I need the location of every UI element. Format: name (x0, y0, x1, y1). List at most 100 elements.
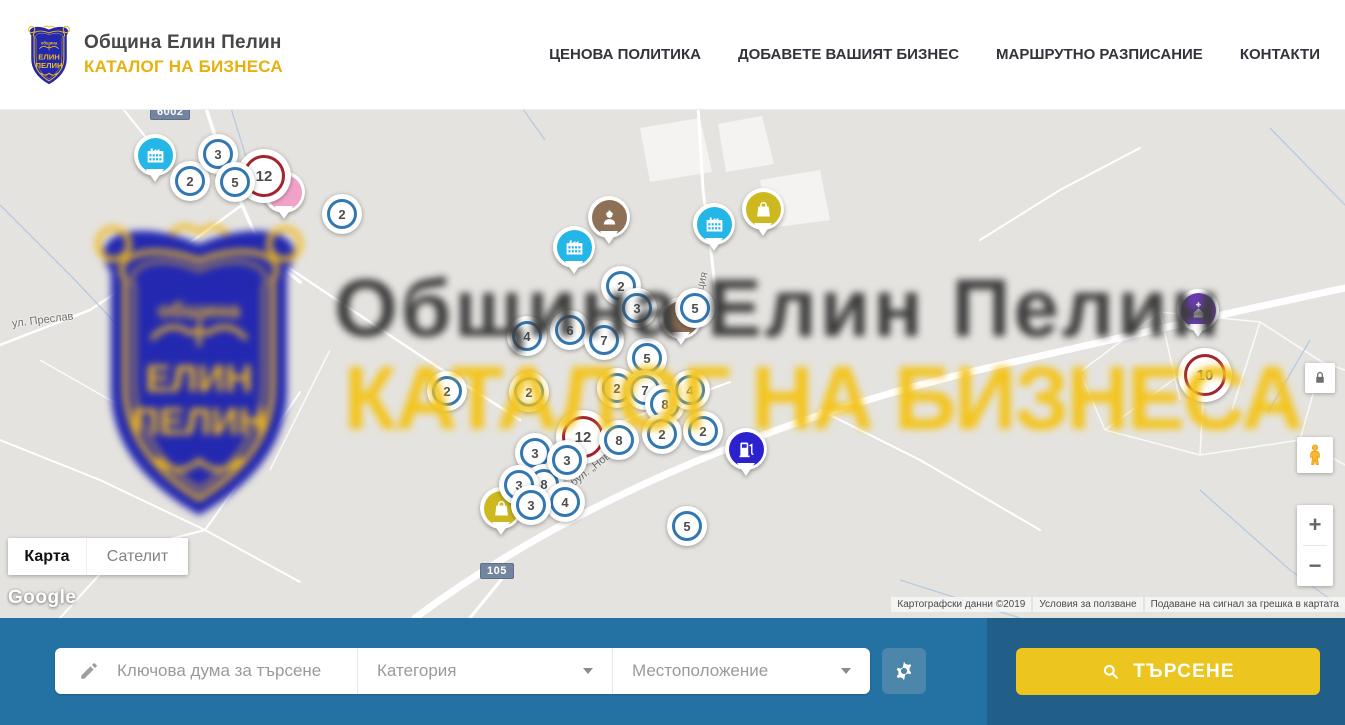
construction-worker-icon (599, 207, 620, 228)
zoom-control: + − (1297, 505, 1333, 586)
map-pin-fuel-pump[interactable] (725, 428, 767, 470)
cluster-marker[interactable]: 5 (675, 288, 715, 328)
cluster-count: 2 (175, 166, 205, 196)
cluster-count: 2 (327, 199, 357, 229)
location-select[interactable]: Местоположение (612, 648, 870, 694)
fuel-pump-icon (736, 439, 757, 460)
cluster-count: 5 (672, 511, 702, 541)
cluster-marker[interactable]: 4 (507, 316, 547, 356)
search-button[interactable]: ТЪРСЕНЕ (1016, 648, 1320, 695)
pin-circle (557, 230, 592, 265)
cluster-marker[interactable]: 8 (599, 420, 639, 460)
site-title: Община Елин Пелин (84, 32, 283, 54)
cluster-marker[interactable]: 4 (670, 370, 710, 410)
cluster-count: 4 (512, 321, 542, 351)
svg-text:община: община (41, 40, 58, 45)
cluster-marker[interactable]: 2 (322, 194, 362, 234)
attribution-terms-link[interactable]: Условия за ползване (1033, 597, 1142, 612)
map-pin-church[interactable] (1177, 289, 1219, 331)
main-nav: ЦЕНОВА ПОЛИТИКА ДОБАВЕТЕ ВАШИЯТ БИЗНЕС М… (549, 46, 1320, 63)
cluster-marker[interactable]: 3 (617, 288, 657, 328)
cluster-marker[interactable]: 10 (1178, 348, 1232, 402)
nav-contacts[interactable]: КОНТАКТИ (1240, 46, 1320, 63)
gear-icon (892, 659, 916, 683)
search-icon (1101, 662, 1120, 681)
pencil-icon (78, 660, 100, 682)
pin-circle (729, 432, 764, 467)
location-select-value: Местоположение (632, 661, 768, 681)
cluster-count: 7 (589, 325, 619, 355)
cluster-marker[interactable]: 2 (642, 414, 682, 454)
cluster-marker[interactable]: 3 (511, 485, 551, 525)
municipality-crest-logo: община ЕЛИНПЕЛИН (25, 23, 73, 87)
cluster-marker[interactable]: 4 (545, 482, 585, 522)
cluster-count: 4 (550, 487, 580, 517)
chevron-down-icon (841, 668, 851, 674)
map-attribution: Картографски данни ©2019 Условия за полз… (889, 597, 1345, 612)
cluster-count: 2 (514, 377, 544, 407)
map-pin-factory[interactable] (693, 203, 735, 245)
shopping-bag-icon (753, 199, 774, 220)
keyword-search-input[interactable] (115, 660, 349, 682)
nav-route-schedule[interactable]: МАРШРУТНО РАЗПИСАНИЕ (996, 46, 1203, 63)
cluster-marker[interactable]: 5 (215, 162, 255, 202)
cluster-count: 8 (604, 425, 634, 455)
zoom-in-button[interactable]: + (1297, 505, 1333, 545)
map-type-map-button[interactable]: Карта (8, 538, 86, 575)
nav-pricing-policy[interactable]: ЦЕНОВА ПОЛИТИКА (549, 46, 701, 63)
factory-icon (145, 145, 166, 166)
cluster-count: 6 (555, 315, 585, 345)
map-pin-construction-worker[interactable] (588, 196, 630, 238)
map-pin-factory[interactable] (553, 226, 595, 268)
municipality-crest: община ЕЛИНПЕЛИН (25, 23, 73, 87)
cluster-marker[interactable]: 2 (427, 371, 467, 411)
search-panel: Категория Местоположение (0, 618, 1345, 725)
factory-icon (564, 237, 585, 258)
cluster-count: 3 (516, 490, 546, 520)
zoom-out-button[interactable]: − (1297, 546, 1333, 586)
attribution-copyright: Картографски данни ©2019 (891, 597, 1031, 612)
site-subtitle: КАТАЛОГ НА БИЗНЕСА (84, 57, 283, 77)
pin-circle (1181, 293, 1216, 328)
cluster-count: 2 (432, 376, 462, 406)
category-select[interactable]: Категория (357, 648, 612, 694)
map-pin-shopping-bag[interactable] (742, 188, 784, 230)
page: община ЕЛИНПЕЛИН Община Елин Пелин КАТАЛО… (0, 0, 1345, 725)
cluster-count: 2 (688, 416, 718, 446)
search-panel-left: Категория Местоположение (0, 618, 987, 725)
pin-circle (746, 192, 781, 227)
cluster-count: 4 (675, 375, 705, 405)
advanced-search-settings-button[interactable] (882, 648, 926, 694)
cluster-count: 2 (647, 419, 677, 449)
cluster-marker[interactable]: 3 (547, 440, 587, 480)
cluster-count: 3 (552, 445, 582, 475)
street-view-pegman-button[interactable] (1297, 437, 1333, 473)
padlock-icon (1311, 369, 1329, 387)
map-type-control: Карта Сателит (8, 538, 188, 575)
map-canvas[interactable]: 6002105ул. Преславбул. „Новоселция 23125… (0, 110, 1345, 618)
brand[interactable]: община ЕЛИНПЕЛИН Община Елин Пелин КАТАЛО… (25, 23, 283, 87)
map-type-satellite-button[interactable]: Сателит (86, 538, 188, 575)
keyword-field[interactable] (55, 648, 357, 694)
cluster-count: 5 (632, 343, 662, 373)
cluster-marker[interactable]: 2 (509, 372, 549, 412)
attribution-report-link[interactable]: Подаване на сигнал за грешка в картата (1145, 597, 1345, 612)
cluster-marker[interactable]: 5 (667, 506, 707, 546)
pin-circle (138, 138, 173, 173)
pin-circle (697, 207, 732, 242)
svg-text:ЕЛИН: ЕЛИН (38, 52, 60, 61)
nav-add-your-business[interactable]: ДОБАВЕТЕ ВАШИЯТ БИЗНЕС (738, 46, 959, 63)
pin-circle (592, 200, 627, 235)
map-pin-factory[interactable] (134, 134, 176, 176)
cluster-marker[interactable]: 7 (584, 320, 624, 360)
cluster-count: 5 (680, 293, 710, 323)
svg-text:ПЕЛИН: ПЕЛИН (35, 60, 63, 69)
search-button-label: ТЪРСЕНЕ (1133, 661, 1235, 683)
cluster-count: 3 (622, 293, 652, 323)
cluster-count: 5 (220, 167, 250, 197)
cluster-marker[interactable]: 2 (683, 411, 723, 451)
search-panel-right: ТЪРСЕНЕ (987, 618, 1345, 725)
lock-control-button[interactable] (1305, 363, 1335, 393)
factory-icon (704, 214, 725, 235)
google-logo[interactable]: Google (8, 587, 76, 609)
